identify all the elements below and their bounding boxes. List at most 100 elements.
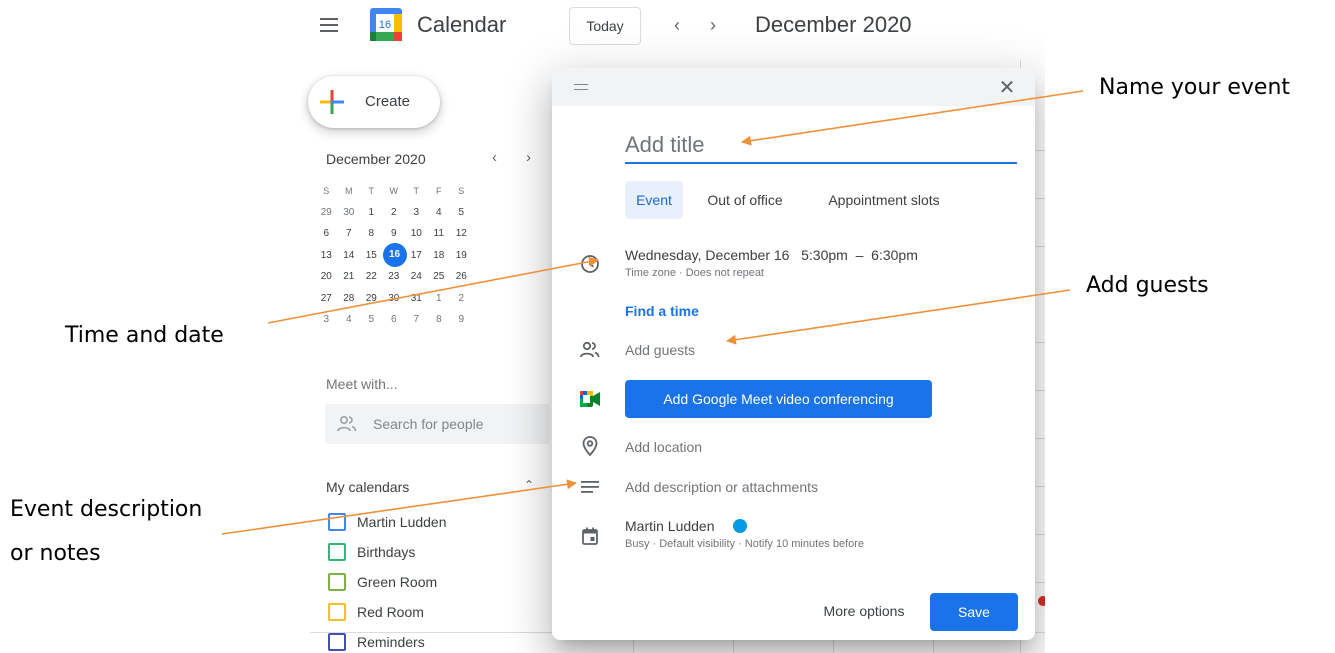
- calendar-settings-info[interactable]: Busy · Default visibility · Notify 10 mi…: [625, 538, 864, 550]
- search-people-input[interactable]: Search for people: [325, 404, 550, 444]
- mini-calendar-day[interactable]: 26: [450, 271, 473, 282]
- save-button[interactable]: Save: [930, 593, 1018, 631]
- mini-calendar-day[interactable]: 19: [450, 250, 473, 261]
- find-a-time-link[interactable]: Find a time: [625, 303, 699, 319]
- mini-calendar-day[interactable]: 11: [428, 228, 451, 239]
- annotation-time-date: Time and date: [65, 323, 224, 348]
- tab-out-of-office[interactable]: Out of office: [693, 181, 797, 219]
- calendar-list-item[interactable]: Martin Ludden: [328, 510, 548, 531]
- mini-calendar-day[interactable]: 20: [315, 271, 338, 282]
- mini-calendar-day[interactable]: 18: [428, 250, 451, 261]
- today-button[interactable]: Today: [569, 7, 641, 45]
- timezone-repeat-info[interactable]: Time zone · Does not repeat: [625, 267, 764, 279]
- calendar-list-item[interactable]: Reminders: [328, 630, 548, 651]
- mini-calendar-next-icon[interactable]: ›: [526, 149, 531, 166]
- tab-appointment-slots[interactable]: Appointment slots: [810, 181, 958, 219]
- more-options-button[interactable]: More options: [804, 593, 924, 629]
- mini-calendar-day[interactable]: 24: [405, 271, 428, 282]
- mini-calendar-day[interactable]: 16: [382, 243, 407, 268]
- mini-calendar-day[interactable]: 1: [360, 207, 383, 218]
- location-pin-icon: [579, 435, 601, 457]
- mini-calendar-day[interactable]: 7: [405, 314, 428, 325]
- calendar-color-dot[interactable]: [733, 519, 747, 533]
- mini-calendar-day[interactable]: 4: [428, 207, 451, 218]
- calendar-checkbox[interactable]: [328, 513, 346, 531]
- calendar-checkbox[interactable]: [328, 573, 346, 591]
- tab-event[interactable]: Event: [625, 181, 683, 219]
- mini-calendar-day[interactable]: 8: [360, 228, 383, 239]
- mini-calendar-day[interactable]: 31: [405, 293, 428, 304]
- dialog-header: ✕: [552, 68, 1035, 106]
- mini-calendar-day[interactable]: 5: [450, 207, 473, 218]
- annotation-add-guests: Add guests: [1086, 273, 1209, 298]
- calendar-list-item[interactable]: Red Room: [328, 600, 548, 621]
- event-title-input[interactable]: [625, 128, 1017, 164]
- mini-calendar-week: 27 28 29 30 31 1 2: [315, 288, 545, 310]
- mini-calendar-day[interactable]: 5: [360, 314, 383, 325]
- mini-calendar-day[interactable]: 21: [338, 271, 361, 282]
- mini-calendar-day[interactable]: 13: [315, 250, 338, 261]
- calendar-name: Red Room: [357, 604, 424, 620]
- annotation-name-event: Name your event: [1099, 75, 1291, 100]
- mini-calendar-day[interactable]: 6: [383, 314, 406, 325]
- mini-calendar-day[interactable]: 3: [405, 207, 428, 218]
- mini-calendar-prev-icon[interactable]: ‹: [492, 149, 497, 166]
- main-menu-icon[interactable]: [320, 18, 338, 32]
- mini-calendar-day[interactable]: 10: [405, 228, 428, 239]
- mini-calendar-day[interactable]: 2: [383, 207, 406, 218]
- calendar-name: Birthdays: [357, 544, 416, 560]
- calendar-name: Reminders: [357, 634, 425, 650]
- today-indicator: 16: [382, 243, 407, 268]
- mini-calendar-day[interactable]: 29: [360, 293, 383, 304]
- mini-calendar-day[interactable]: 23: [383, 271, 406, 282]
- calendar-checkbox[interactable]: [328, 603, 346, 621]
- add-description-field[interactable]: Add description or attachments: [625, 479, 818, 495]
- weekday-label: W: [389, 185, 399, 196]
- mini-calendar-day[interactable]: 14: [338, 250, 361, 261]
- clock-icon: [579, 253, 601, 275]
- mini-calendar-day[interactable]: 30: [383, 293, 406, 304]
- mini-calendar-day[interactable]: 6: [315, 228, 338, 239]
- weekday-label: M: [345, 185, 353, 196]
- mini-calendar-day[interactable]: 22: [360, 271, 383, 282]
- drag-handle-icon[interactable]: [574, 84, 588, 90]
- mini-calendar-day[interactable]: 15: [360, 250, 383, 261]
- event-date-time[interactable]: Wednesday, December 16 5:30pm – 6:30pm: [625, 247, 918, 263]
- mini-calendar-day[interactable]: 30: [338, 207, 361, 218]
- add-guests-field[interactable]: Add guests: [625, 342, 695, 358]
- mini-calendar-day[interactable]: 8: [428, 314, 451, 325]
- meet-with-label: Meet with...: [326, 376, 398, 392]
- mini-calendar-day[interactable]: 3: [315, 314, 338, 325]
- calendar-name: Martin Ludden: [357, 514, 447, 530]
- calendar-checkbox[interactable]: [328, 543, 346, 561]
- calendar-app: 16 Calendar Today ‹ › December 2020 Crea…: [300, 0, 1045, 653]
- next-period-icon[interactable]: ›: [702, 14, 724, 36]
- mini-calendar-day[interactable]: 4: [338, 314, 361, 325]
- chevron-up-icon[interactable]: ⌃: [524, 478, 534, 492]
- previous-period-icon[interactable]: ‹: [666, 14, 688, 36]
- mini-calendar-day[interactable]: 25: [428, 271, 451, 282]
- add-meet-conferencing-button[interactable]: Add Google Meet video conferencing: [625, 380, 932, 418]
- mini-calendar-day[interactable]: 12: [450, 228, 473, 239]
- calendar-owner-name[interactable]: Martin Ludden: [625, 518, 715, 534]
- create-button[interactable]: Create: [308, 76, 440, 128]
- mini-calendar-day[interactable]: 9: [450, 314, 473, 325]
- mini-calendar-day[interactable]: 17: [405, 250, 428, 261]
- mini-calendar-grid: S M T W T F S 29 30 1 2 3 4 5 6 7 8 9 10 11 12 13 14 15 16 17 18 19…: [315, 180, 545, 331]
- mini-calendar-day[interactable]: 28: [338, 293, 361, 304]
- my-calendars-heading: My calendars: [326, 479, 410, 495]
- calendar-logo-icon: 16: [370, 8, 402, 41]
- current-period-title: December 2020: [755, 12, 912, 37]
- calendar-list-item[interactable]: Birthdays: [328, 540, 548, 561]
- calendar-list-item[interactable]: Green Room: [328, 570, 548, 591]
- mini-calendar-day[interactable]: 2: [450, 293, 473, 304]
- weekday-label: T: [368, 185, 375, 196]
- add-location-field[interactable]: Add location: [625, 439, 702, 455]
- mini-calendar-day[interactable]: 29: [315, 207, 338, 218]
- mini-calendar-day[interactable]: 9: [383, 228, 406, 239]
- mini-calendar-day[interactable]: 27: [315, 293, 338, 304]
- mini-calendar-day[interactable]: 1: [428, 293, 451, 304]
- close-icon[interactable]: ✕: [996, 76, 1018, 99]
- calendar-checkbox[interactable]: [328, 633, 346, 651]
- mini-calendar-day[interactable]: 7: [338, 228, 361, 239]
